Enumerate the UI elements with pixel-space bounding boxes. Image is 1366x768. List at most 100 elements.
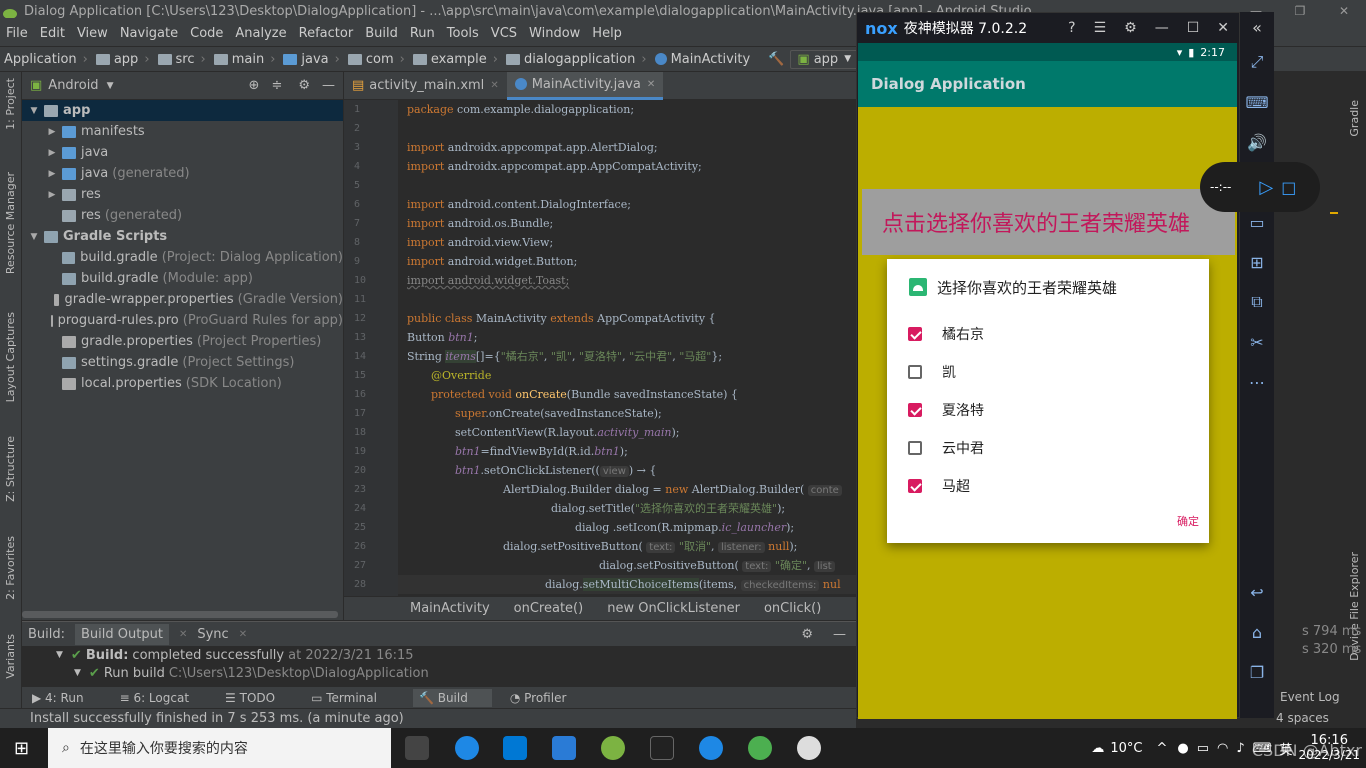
tool-run[interactable]: ▶ 4: Run — [32, 691, 102, 705]
menu-help[interactable]: Help — [586, 22, 628, 46]
clock[interactable]: 16:16 2022/3/21 CSDN @Abtxr — [1252, 733, 1362, 763]
play-icon[interactable]: ▷ — [1259, 177, 1273, 198]
scissors-icon[interactable]: ✂ — [1240, 322, 1274, 362]
menu-run[interactable]: Run — [404, 22, 441, 46]
more-icon[interactable]: ⋯ — [1240, 362, 1274, 402]
menu-tools[interactable]: Tools — [441, 22, 485, 46]
crumb-mainactivity[interactable]: MainActivity — [651, 52, 755, 67]
back-icon[interactable]: ↩ — [1240, 572, 1274, 612]
chevron-right-icon[interactable]: ▶ — [46, 190, 58, 200]
mail-icon[interactable] — [552, 736, 576, 760]
task-view-icon[interactable] — [405, 736, 429, 760]
tree-item[interactable]: ▼ Gradle Scripts — [22, 226, 343, 247]
tool-build-variants[interactable]: Variants — [4, 634, 17, 679]
hero-option[interactable]: 橘右京 — [887, 315, 1209, 353]
fullscreen-icon[interactable]: ⤢ — [1240, 42, 1274, 82]
menu-navigate[interactable]: Navigate — [114, 22, 184, 46]
crumb-listener[interactable]: new OnClickListener — [607, 601, 740, 616]
menu-refactor[interactable]: Refactor — [293, 22, 360, 46]
collapse-icon[interactable]: « — [1240, 12, 1274, 42]
tree-item[interactable]: ▶ manifests — [22, 121, 343, 142]
hammer-icon[interactable]: 🔨 — [768, 52, 784, 67]
home-icon[interactable]: ⌂ — [1240, 612, 1274, 652]
mic-icon[interactable]: ● — [1177, 741, 1188, 756]
menu-code[interactable]: Code — [184, 22, 229, 46]
wifi-icon[interactable]: ◠ — [1217, 741, 1228, 756]
close-button[interactable]: ✕ — [1322, 0, 1366, 22]
menu-vcs[interactable]: VCS — [485, 22, 523, 46]
multi-window-icon[interactable]: ⧉ — [1240, 282, 1274, 322]
hero-option[interactable]: 夏洛特 — [887, 391, 1209, 429]
chevron-down-icon[interactable]: ▼ — [28, 106, 40, 116]
collapse-icon[interactable]: ≑ — [271, 78, 282, 93]
edge-icon[interactable] — [455, 736, 479, 760]
target-icon[interactable]: ⊕ — [249, 78, 260, 93]
tab-activity-main[interactable]: ▤ activity_main.xml ✕ — [344, 72, 507, 100]
crumb-method[interactable]: onCreate() — [514, 601, 584, 616]
code-editor[interactable]: package com.example.dialogapplication; i… — [398, 100, 856, 596]
hide-icon[interactable]: — — [833, 627, 846, 642]
crumb-com[interactable]: com › — [344, 52, 409, 67]
tool-project[interactable]: 1: Project — [4, 78, 17, 130]
tree-item[interactable]: build.gradle (Module: app) — [22, 268, 343, 289]
crumb-main[interactable]: main › — [210, 52, 280, 67]
chevron-right-icon[interactable]: ▶ — [46, 127, 58, 137]
tree-item[interactable]: build.gradle (Project: Dialog Application… — [22, 247, 343, 268]
crumb-java[interactable]: java › — [279, 52, 343, 67]
horizontal-scrollbar[interactable] — [22, 611, 338, 618]
menu-analyze[interactable]: Analyze — [229, 22, 292, 46]
close-icon[interactable]: ✕ — [179, 629, 187, 640]
battery-icon[interactable]: ▭ — [1197, 741, 1209, 756]
tool-layout-captures[interactable]: Layout Captures — [4, 312, 17, 402]
chevron-down-icon[interactable]: ▼ — [107, 81, 114, 91]
apk-install-icon[interactable]: ⊞ — [1240, 242, 1274, 282]
chevron-up-icon[interactable]: ^ — [1157, 741, 1168, 756]
android-studio-icon[interactable] — [601, 736, 625, 760]
gear-icon[interactable]: ⚙ — [801, 627, 813, 642]
crumb-src[interactable]: src › — [154, 52, 210, 67]
build-line[interactable]: ▼ ✔ Run build C:\Users\123\Desktop\Dialo… — [22, 664, 856, 682]
tab-sync[interactable]: Sync — [197, 627, 228, 642]
crumb-project[interactable]: Application › — [0, 52, 92, 67]
menu-edit[interactable]: Edit — [34, 22, 71, 46]
checkbox-checked-icon[interactable] — [908, 479, 922, 493]
speaker-icon[interactable]: ♪ — [1236, 741, 1244, 756]
store-icon[interactable] — [503, 736, 527, 760]
tree-item[interactable]: ▶ java (generated) — [22, 163, 343, 184]
indent-status[interactable]: 4 spaces — [1276, 711, 1329, 725]
tool-favorites[interactable]: 2: Favorites — [4, 536, 17, 600]
help-icon[interactable]: ? — [1068, 20, 1075, 36]
weather-temp[interactable]: 10°C — [1110, 741, 1142, 756]
tab-build-output[interactable]: Build Output — [75, 623, 169, 645]
hide-icon[interactable]: — — [322, 78, 335, 93]
tree-item[interactable]: proguard-rules.pro (ProGuard Rules for ap… — [22, 310, 343, 331]
k-app-icon[interactable] — [699, 736, 723, 760]
taskbar-search[interactable]: ⌕ 在这里输入你要搜索的内容 — [48, 728, 391, 768]
tree-item[interactable]: ▼ app — [22, 100, 343, 121]
menu-icon[interactable]: ☰ — [1094, 20, 1107, 36]
hero-option[interactable]: 云中君 — [887, 429, 1209, 467]
tool-terminal[interactable]: ▭ Terminal — [311, 691, 395, 705]
ev-icon[interactable] — [797, 736, 821, 760]
checkbox-checked-icon[interactable] — [908, 403, 922, 417]
stop-icon[interactable]: □ — [1281, 178, 1296, 197]
crumb-app[interactable]: app › — [92, 52, 154, 67]
volume-up-icon[interactable]: 🔊 — [1240, 122, 1274, 162]
expand-icon[interactable]: ▼ — [56, 650, 63, 660]
tree-item[interactable]: res (generated) — [22, 205, 343, 226]
gear-icon[interactable]: ⚙ — [298, 78, 310, 93]
close-icon[interactable]: ✕ — [490, 80, 498, 91]
gear-icon[interactable]: ⚙ — [1124, 20, 1137, 36]
tool-todo[interactable]: ☰ TODO — [225, 691, 293, 705]
tool-structure[interactable]: Z: Structure — [4, 436, 17, 502]
crumb-dialogapplication[interactable]: dialogapplication › — [502, 52, 651, 67]
menu-window[interactable]: Window — [523, 22, 586, 46]
choose-hero-button[interactable]: 点击选择你喜欢的王者荣耀英雄 — [862, 189, 1235, 255]
close-icon[interactable]: ✕ — [1217, 20, 1229, 36]
chevron-right-icon[interactable]: ▶ — [46, 169, 58, 179]
expand-icon[interactable]: ▼ — [74, 668, 81, 678]
chevron-right-icon[interactable]: ▶ — [46, 148, 58, 158]
build-line[interactable]: ▼ ✔ Build: completed successfully at 202… — [22, 646, 856, 664]
maximize-icon[interactable]: ☐ — [1187, 20, 1200, 36]
ok-button[interactable]: 确定 — [1177, 513, 1199, 529]
